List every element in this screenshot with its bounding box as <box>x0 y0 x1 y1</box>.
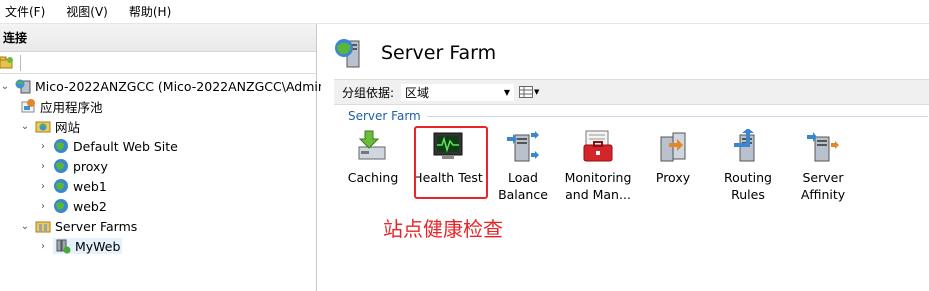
content-pane: Server Farm 分组依据: 区域 ▼ ▼ Server Farm Cac… <box>321 24 929 291</box>
section-header: Server Farm <box>348 109 928 123</box>
feature-label-2: and Man... <box>565 187 631 202</box>
tree-label: web1 <box>73 178 107 194</box>
globe-icon <box>54 139 68 153</box>
proxy-icon <box>660 132 686 162</box>
collapse-icon[interactable]: ⌄ <box>0 81 10 92</box>
tree-node-server[interactable]: ⌄ Mico-2022ANZGCC (Mico-2022ANZGCC\Admin… <box>0 76 336 96</box>
expand-icon[interactable]: › <box>38 181 48 192</box>
collapse-icon[interactable]: ⌄ <box>20 121 30 132</box>
expand-icon[interactable]: › <box>38 241 48 252</box>
tree-label: Default Web Site <box>73 138 178 154</box>
feature-label-2: Rules <box>731 187 765 202</box>
feature-label-2: Affinity <box>800 187 846 202</box>
group-by-label: 分组依据: <box>342 85 395 100</box>
tree-node-default-web-site[interactable]: › Default Web Site <box>38 136 178 156</box>
menu-bar: 文件(F) 视图(V) 帮助(H) <box>0 0 929 24</box>
feature-label: Routing <box>724 170 772 185</box>
group-by-value: 区域 <box>405 85 430 100</box>
expand-icon[interactable]: › <box>38 201 48 212</box>
group-by-bar: 分组依据: 区域 ▼ ▼ <box>334 79 929 105</box>
routing-rules-icon <box>734 129 755 162</box>
tree-label: 应用程序池 <box>40 99 103 115</box>
caching-icon <box>358 130 386 160</box>
load-balance-icon <box>507 131 539 162</box>
feature-label: Server <box>802 170 844 185</box>
dropdown-arrow-icon: ▼ <box>534 88 540 96</box>
connections-pane: 连接 ⌄ Mico-2022ANZGCC (Mico-2022ANZGCC\Ad… <box>0 24 336 291</box>
globe-icon <box>54 159 68 173</box>
feature-load-balance[interactable]: Load Balance <box>485 129 561 203</box>
tree-node-proxy[interactable]: › proxy <box>38 156 108 176</box>
globe-icon <box>54 199 68 213</box>
toolbar-separator <box>20 54 21 71</box>
tree-label: Server Farms <box>55 218 138 234</box>
connect-icon[interactable] <box>0 56 14 69</box>
group-by-select[interactable]: 区域 ▼ <box>400 82 516 102</box>
tree-label: 网站 <box>55 119 81 135</box>
section-title: Server Farm <box>348 109 421 123</box>
tree-node-sites[interactable]: ⌄ 网站 <box>20 116 80 136</box>
tree-node-web2[interactable]: › web2 <box>38 196 107 216</box>
feature-label: Load <box>508 170 538 185</box>
feature-proxy[interactable]: Proxy <box>635 129 711 186</box>
monitoring-icon <box>583 130 613 162</box>
connections-tree: ⌄ Mico-2022ANZGCC (Mico-2022ANZGCC\Admin… <box>0 74 336 289</box>
annotation-text: 站点健康检查 <box>383 217 503 241</box>
feature-label: Proxy <box>655 170 691 185</box>
view-mode-button[interactable]: ▼ <box>519 86 539 98</box>
tree-label: proxy <box>73 158 108 174</box>
server-farm-header-icon <box>335 39 360 68</box>
page-title: Server Farm <box>381 42 497 64</box>
expand-icon[interactable]: › <box>38 161 48 172</box>
connections-toolbar <box>0 52 316 74</box>
section-divider <box>426 115 928 117</box>
server-icon <box>15 79 31 94</box>
selected-node[interactable]: MyWeb <box>53 238 123 254</box>
menu-help[interactable]: 帮助(H) <box>129 3 171 20</box>
tree-node-web1[interactable]: › web1 <box>38 176 107 196</box>
tree-label: Mico-2022ANZGCC (Mico-2022ANZGCC\Adminis <box>35 78 336 94</box>
feature-label-2: Balance <box>498 187 548 202</box>
feature-server-affinity[interactable]: Server Affinity <box>785 129 861 203</box>
feature-monitoring[interactable]: Monitoring and Man... <box>560 129 636 203</box>
app-pool-icon <box>21 99 35 113</box>
dropdown-arrow-icon: ▼ <box>503 87 511 97</box>
expand-icon[interactable]: › <box>38 141 48 152</box>
highlight-box <box>414 126 488 199</box>
sites-folder-icon <box>35 121 51 133</box>
tree-node-app-pools[interactable]: 应用程序池 <box>20 96 103 116</box>
tree-node-myweb[interactable]: › MyWeb <box>38 236 123 256</box>
grid-view-icon <box>519 86 534 98</box>
feature-label: Monitoring <box>564 170 632 185</box>
tree-node-server-farms[interactable]: ⌄ Server Farms <box>20 216 137 236</box>
tree-label: MyWeb <box>75 238 121 254</box>
feature-routing-rules[interactable]: Routing Rules <box>710 129 786 203</box>
feature-label: Caching <box>347 170 399 185</box>
connections-header: 连接 <box>0 24 316 52</box>
feature-caching[interactable]: Caching <box>335 129 411 186</box>
globe-icon <box>54 179 68 193</box>
collapse-icon[interactable]: ⌄ <box>20 221 30 232</box>
server-farms-icon <box>35 221 51 233</box>
server-affinity-icon <box>807 132 839 162</box>
tree-label: web2 <box>73 198 107 214</box>
page-header: Server Farm <box>333 36 496 70</box>
server-farm-icon <box>56 239 71 254</box>
menu-view[interactable]: 视图(V) <box>66 3 108 20</box>
menu-file[interactable]: 文件(F) <box>5 3 45 20</box>
